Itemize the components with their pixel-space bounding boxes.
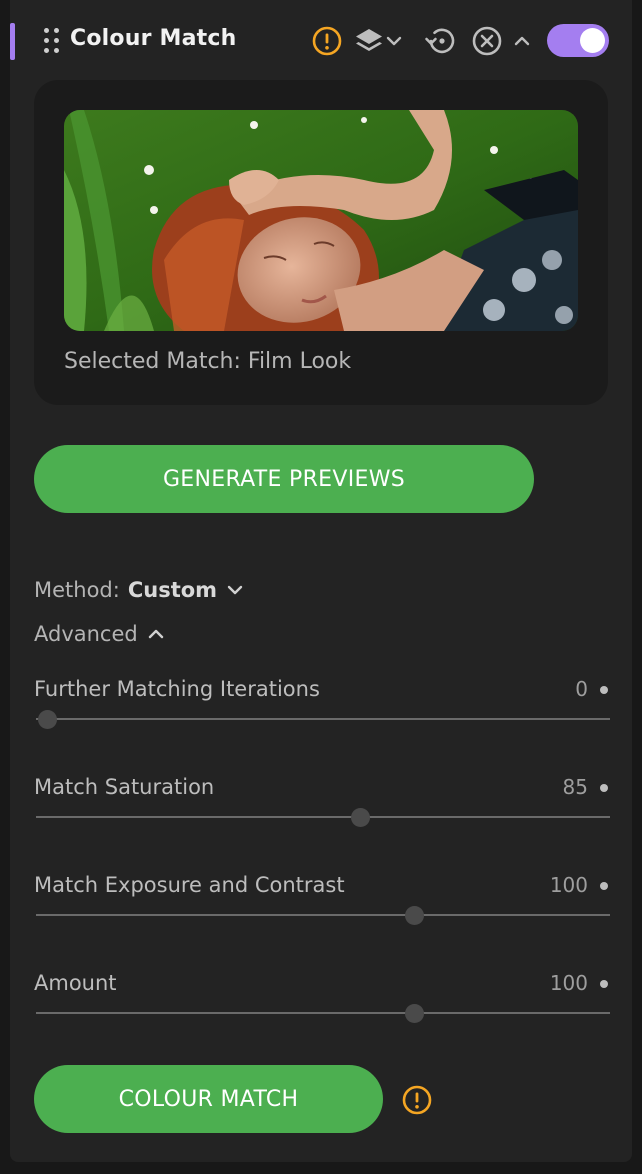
method-dropdown[interactable]: Method: Custom	[34, 578, 245, 602]
slider-thumb[interactable]	[405, 1004, 425, 1023]
slider-track[interactable]	[36, 914, 610, 916]
method-label: Method:	[34, 578, 120, 602]
colour-match-button[interactable]: COLOUR MATCH	[34, 1065, 383, 1133]
slider-track[interactable]	[36, 718, 610, 720]
slider-match-saturation: Match Saturation 85	[34, 775, 610, 835]
chevron-down-icon	[227, 585, 243, 595]
slider-value[interactable]: 100	[550, 873, 588, 897]
slider-further-matching-iterations: Further Matching Iterations 0	[34, 677, 610, 737]
slider-thumb[interactable]	[351, 808, 371, 827]
slider-amount: Amount 100	[34, 971, 610, 1031]
slider-label: Further Matching Iterations	[34, 677, 320, 701]
selected-match-caption: Selected Match: Film Look	[64, 349, 352, 374]
slider-reset-dot-icon[interactable]	[600, 784, 608, 792]
generate-previews-button[interactable]: GENERATE PREVIEWS	[34, 445, 534, 513]
drag-handle-icon[interactable]	[44, 28, 62, 54]
match-preview-image[interactable]	[64, 110, 578, 331]
method-value: Custom	[127, 578, 218, 602]
match-preview-card: Selected Match: Film Look	[34, 80, 608, 405]
chevron-up-icon	[148, 629, 163, 639]
slider-track[interactable]	[36, 1012, 610, 1014]
chevron-up-icon[interactable]	[510, 24, 534, 58]
slider-track[interactable]	[36, 816, 610, 818]
warning-icon[interactable]	[310, 24, 344, 58]
slider-thumb[interactable]	[405, 906, 425, 925]
slider-label: Match Exposure and Contrast	[34, 873, 345, 897]
slider-value[interactable]: 100	[550, 971, 588, 995]
slider-match-exposure-contrast: Match Exposure and Contrast 100	[34, 873, 610, 933]
reset-icon[interactable]	[424, 24, 458, 58]
panel-accent-bar	[10, 23, 15, 60]
remove-icon[interactable]	[470, 24, 504, 58]
slider-value[interactable]: 0	[575, 677, 588, 701]
advanced-toggle[interactable]: Advanced	[34, 622, 166, 646]
slider-reset-dot-icon[interactable]	[600, 882, 608, 890]
toggle-knob	[580, 28, 605, 53]
slider-thumb[interactable]	[38, 710, 58, 729]
chevron-down-icon[interactable]	[383, 24, 405, 58]
slider-label: Amount	[34, 971, 117, 995]
advanced-label: Advanced	[34, 622, 138, 646]
slider-reset-dot-icon[interactable]	[600, 686, 608, 694]
panel-title: Colour Match	[70, 26, 237, 51]
enable-toggle[interactable]	[547, 24, 609, 57]
layers-icon[interactable]	[352, 24, 386, 58]
slider-label: Match Saturation	[34, 775, 215, 799]
slider-value[interactable]: 85	[563, 775, 588, 799]
slider-reset-dot-icon[interactable]	[600, 980, 608, 988]
warning-icon[interactable]	[401, 1084, 433, 1116]
